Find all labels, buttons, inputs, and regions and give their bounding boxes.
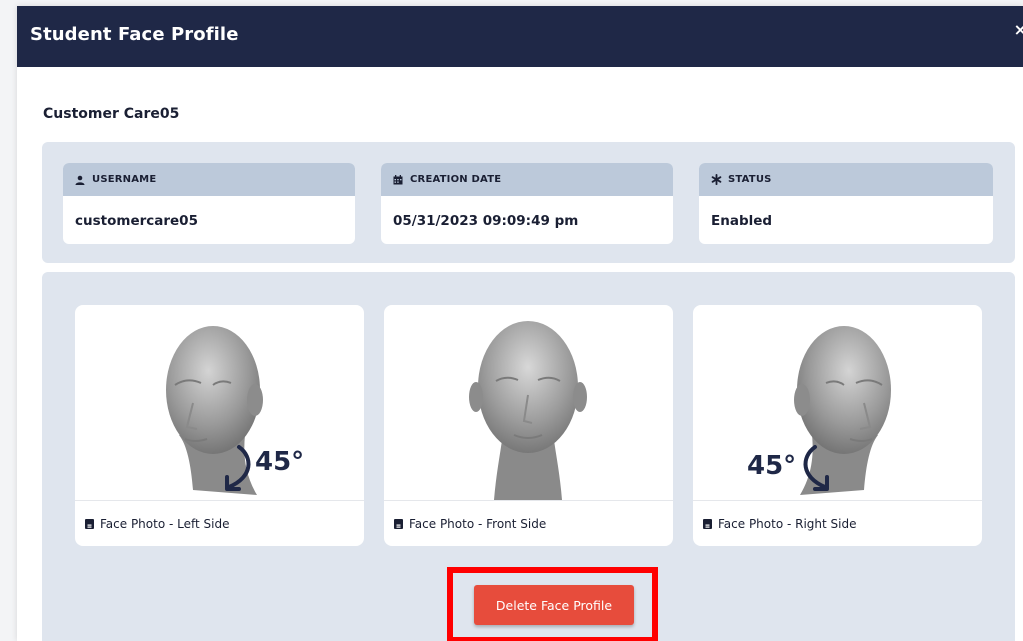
calendar-icon [393, 174, 406, 185]
asterisk-icon [711, 174, 724, 185]
right-photo-caption-text: Face Photo - Right Side [718, 516, 857, 531]
student-name: Customer Care05 [43, 106, 180, 122]
status-label: STATUS [728, 174, 772, 185]
front-face-photo [384, 305, 673, 500]
close-icon[interactable]: × [1014, 20, 1023, 39]
left-angle-label: 45° [255, 447, 305, 477]
user-icon [75, 175, 88, 185]
rotate-arrow-icon [803, 445, 829, 491]
delete-face-profile-button[interactable]: Delete Face Profile [474, 585, 634, 625]
status-card: STATUS Enabled [699, 163, 993, 244]
status-label-bar: STATUS [699, 163, 993, 196]
right-photo-card: 45° Face Photo - Right Side [693, 305, 982, 546]
front-photo-caption-text: Face Photo - Front Side [409, 516, 547, 531]
photos-panel: 45° Face Photo - Left Side Face Photo - … [42, 272, 1015, 641]
left-photo-caption-text: Face Photo - Left Side [100, 516, 230, 531]
front-photo-caption: Face Photo - Front Side [384, 500, 673, 546]
username-value: customercare05 [75, 213, 198, 229]
status-value: Enabled [711, 213, 773, 229]
creation-date-label: CREATION DATE [410, 174, 502, 185]
creation-date-label-bar: CREATION DATE [381, 163, 673, 196]
id-card-icon [703, 518, 712, 529]
left-face-photo: 45° [75, 305, 364, 500]
left-photo-caption: Face Photo - Left Side [75, 500, 364, 546]
right-angle-label: 45° [747, 451, 797, 481]
face-profile-modal: Student Face Profile × Customer Care05 U… [17, 6, 1023, 641]
modal-header: Student Face Profile × [17, 6, 1023, 67]
username-label: USERNAME [92, 174, 157, 185]
username-label-bar: USERNAME [63, 163, 355, 196]
creation-date-card: CREATION DATE 05/31/2023 09:09:49 pm [381, 163, 673, 244]
front-photo-card: Face Photo - Front Side [384, 305, 673, 546]
username-card: USERNAME customercare05 [63, 163, 355, 244]
rotate-arrow-icon [225, 445, 251, 491]
info-panel: USERNAME customercare05 CREATION DATE 05… [42, 142, 1015, 263]
modal-title: Student Face Profile [30, 24, 239, 45]
right-photo-caption: Face Photo - Right Side [693, 500, 982, 546]
right-face-photo: 45° [693, 305, 982, 500]
creation-date-value: 05/31/2023 09:09:49 pm [393, 213, 579, 229]
left-photo-card: 45° Face Photo - Left Side [75, 305, 364, 546]
id-card-icon [394, 518, 403, 529]
id-card-icon [85, 518, 94, 529]
